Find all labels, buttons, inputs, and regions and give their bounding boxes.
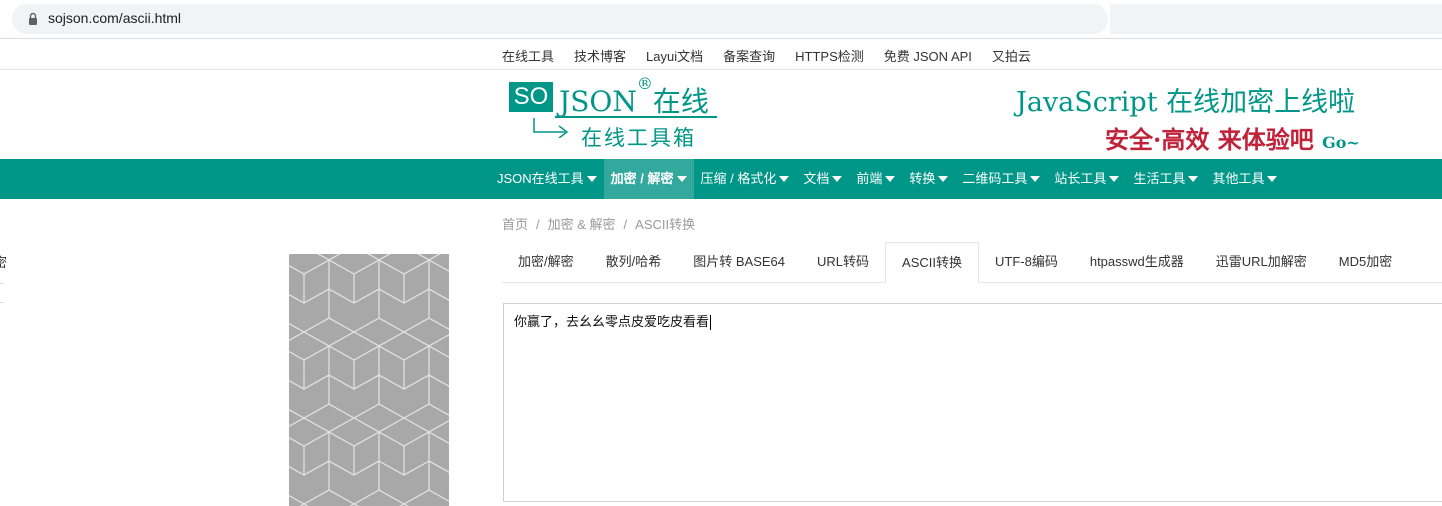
- top-link-json-api[interactable]: 免费 JSON API: [884, 46, 972, 65]
- nav-label: 转换: [909, 171, 936, 186]
- site-logo[interactable]: SO JSON®在线 在线工具箱: [509, 74, 724, 153]
- caret-down-icon: [1267, 176, 1278, 182]
- tab-utf8-encode[interactable]: UTF-8编码: [979, 242, 1074, 282]
- nav-label: 站长工具: [1054, 171, 1107, 186]
- tab-image-base64[interactable]: 图片转 BASE64: [677, 242, 801, 282]
- tab-url-encode[interactable]: URL转码: [801, 242, 885, 282]
- top-link-upyun[interactable]: 又拍云: [992, 46, 1031, 65]
- caret-down-icon: [1030, 176, 1041, 182]
- breadcrumb: 首页 / 加密 & 解密 / ASCII转换: [502, 214, 695, 233]
- nav-label: 生活工具: [1133, 171, 1186, 186]
- main-navigation: JSON在线工具 加密 / 解密 压缩 / 格式化 文档 前端 转换 二维码工具…: [0, 159, 1442, 199]
- nav-qrcode-tools[interactable]: 二维码工具: [955, 159, 1047, 199]
- nav-docs[interactable]: 文档: [796, 159, 849, 199]
- nav-convert[interactable]: 转换: [902, 159, 955, 199]
- promo-banner-go: Go~: [1322, 133, 1360, 152]
- caret-down-icon: [1109, 176, 1120, 182]
- browser-address-bar: sojson.com/ascii.html: [0, 0, 1442, 38]
- left-divider: [0, 283, 4, 284]
- top-link-https-check[interactable]: HTTPS检测: [795, 46, 864, 65]
- cube-pattern-graphic: [289, 254, 449, 506]
- logo-arrow-icon: [533, 118, 569, 138]
- left-sidebar-fragment[interactable]: 密: [0, 252, 7, 271]
- decorative-cube-pattern-image: [289, 254, 449, 506]
- breadcrumb-current: ASCII转换: [635, 217, 696, 232]
- tab-ascii-convert[interactable]: ASCII转换: [885, 242, 979, 283]
- top-link-layui-docs[interactable]: Layui文档: [646, 46, 703, 65]
- nav-label: 文档: [803, 171, 830, 186]
- breadcrumb-encrypt-decrypt[interactable]: 加密 & 解密: [548, 217, 616, 232]
- browser-divider: [0, 38, 1442, 39]
- breadcrumb-separator: /: [536, 217, 540, 232]
- text-cursor: [710, 315, 712, 330]
- top-link-online-tools[interactable]: 在线工具: [502, 46, 554, 65]
- caret-down-icon: [1188, 176, 1199, 182]
- caret-down-icon: [586, 176, 597, 182]
- tab-md5-encrypt[interactable]: MD5加密: [1323, 242, 1408, 282]
- nav-json-tools[interactable]: JSON在线工具: [490, 159, 604, 199]
- nav-label: 前端: [856, 171, 883, 186]
- promo-banner-title[interactable]: JavaScript 在线加密上线啦: [1016, 80, 1355, 119]
- nav-other-tools[interactable]: 其他工具: [1205, 159, 1284, 199]
- lock-icon: [29, 12, 37, 25]
- nav-label: 二维码工具: [962, 171, 1028, 186]
- header-divider: [0, 69, 1442, 70]
- promo-banner-slogan: 安全·高效 来体验吧: [1105, 125, 1314, 154]
- tab-hash[interactable]: 散列/哈希: [590, 242, 678, 282]
- nav-label: JSON在线工具: [497, 171, 584, 186]
- logo-subtitle: 在线工具箱: [581, 126, 696, 150]
- caret-down-icon: [676, 176, 687, 182]
- top-link-tech-blog[interactable]: 技术博客: [574, 46, 626, 65]
- nav-label: 其他工具: [1212, 171, 1265, 186]
- url-text[interactable]: sojson.com/ascii.html: [48, 10, 181, 26]
- nav-life-tools[interactable]: 生活工具: [1126, 159, 1205, 199]
- left-divider: [0, 302, 4, 303]
- text-input-area[interactable]: [503, 303, 1442, 502]
- tool-tabs: 加密/解密 散列/哈希 图片转 BASE64 URL转码 ASCII转换 UTF…: [502, 242, 1442, 283]
- logo-suffix: 在线: [652, 85, 709, 118]
- top-links: 在线工具 技术博客 Layui文档 备案查询 HTTPS检测 免费 JSON A…: [502, 46, 1051, 65]
- caret-down-icon: [938, 176, 949, 182]
- address-bar-extension: [1110, 4, 1442, 34]
- logo-json-text: JSON: [559, 85, 637, 118]
- tab-encrypt-decrypt[interactable]: 加密/解密: [502, 242, 590, 282]
- caret-down-icon: [832, 176, 843, 182]
- logo-registered-mark: ®: [636, 74, 653, 93]
- caret-down-icon: [885, 176, 896, 182]
- text-input-content[interactable]: 你赢了，去幺幺零点皮爱吃皮看看: [514, 311, 712, 330]
- tab-htpasswd-generator[interactable]: htpasswd生成器: [1074, 242, 1200, 282]
- logo-underline: [555, 116, 717, 118]
- nav-encrypt-decrypt[interactable]: 加密 / 解密: [603, 159, 694, 199]
- nav-label: 加密 / 解密: [610, 171, 674, 186]
- promo-banner-tagline[interactable]: 安全·高效 来体验吧 Go~: [1105, 120, 1360, 155]
- tab-thunder-url[interactable]: 迅雷URL加解密: [1200, 242, 1323, 282]
- breadcrumb-home[interactable]: 首页: [502, 217, 528, 232]
- nav-compress-format[interactable]: 压缩 / 格式化: [694, 159, 797, 199]
- top-link-icp-lookup[interactable]: 备案查询: [723, 46, 775, 65]
- caret-down-icon: [779, 176, 790, 182]
- nav-frontend[interactable]: 前端: [849, 159, 902, 199]
- logo-wordmark: JSON®在线: [559, 74, 709, 120]
- breadcrumb-separator: /: [623, 217, 628, 232]
- text-input-value: 你赢了，去幺幺零点皮爱吃皮看看: [514, 315, 710, 330]
- nav-webmaster-tools[interactable]: 站长工具: [1047, 159, 1126, 199]
- logo-so-box: SO: [509, 82, 553, 112]
- nav-label: 压缩 / 格式化: [700, 171, 777, 186]
